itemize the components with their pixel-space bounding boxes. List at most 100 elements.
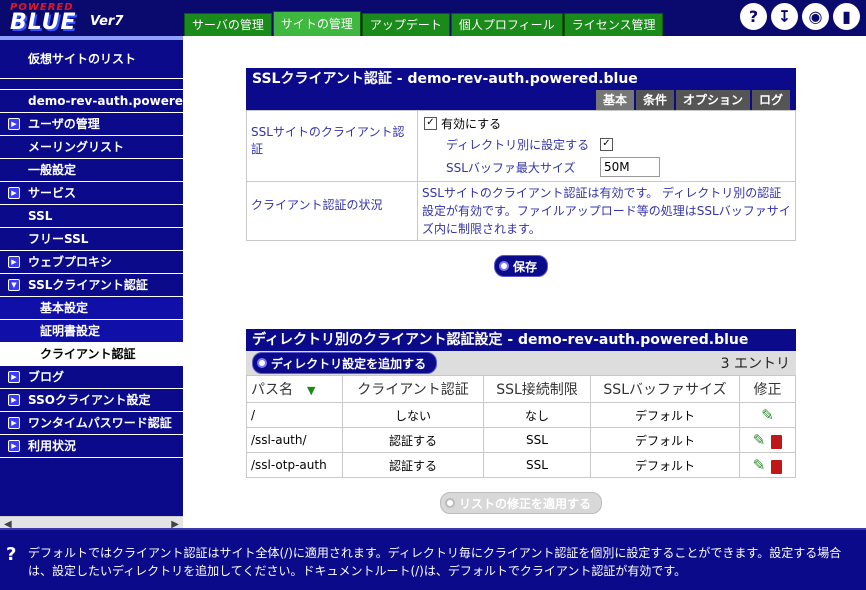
sidebar-item-users[interactable]: ▶ ユーザの管理 bbox=[0, 113, 183, 136]
per-dir-row: ディレクトリ別に設定する ✓ bbox=[424, 134, 789, 155]
panel-toolbar: ディレクトリ設定を追加する 3 エントリ bbox=[246, 351, 796, 375]
column-header: SSL接続制限 bbox=[483, 375, 591, 403]
column-header: 修正 bbox=[739, 375, 796, 403]
per-dir-checkbox[interactable]: ✓ bbox=[600, 138, 613, 151]
ssl-cell: なし bbox=[483, 402, 591, 428]
sidebar-item-cert-settings[interactable]: 証明書設定 bbox=[0, 320, 183, 343]
header-icons: ? ↧ ◉ ▮ bbox=[736, 3, 860, 30]
sidebar-item-label: メーリングリスト bbox=[28, 140, 125, 154]
expand-icon: ▶ bbox=[8, 440, 20, 452]
tab-server-admin[interactable]: サーバの管理 bbox=[184, 13, 272, 36]
sidebar-item-free-ssl[interactable]: フリーSSL bbox=[0, 228, 183, 251]
eye-icon[interactable]: ◉ bbox=[802, 3, 829, 30]
download-icon[interactable]: ↧ bbox=[771, 3, 798, 30]
button-dot-icon bbox=[257, 358, 267, 368]
pencil-icon[interactable]: ✎ bbox=[753, 431, 766, 449]
trash-icon[interactable] bbox=[771, 434, 783, 449]
directory-table: パス名 ▼ クライアント認証 SSL接続制限 SSLバッファサイズ 修正 / しな… bbox=[246, 375, 796, 478]
enable-row: ✓ 有効にする bbox=[424, 113, 789, 134]
buffer-size-input[interactable]: 50M bbox=[600, 157, 660, 177]
tab-license[interactable]: ライセンス管理 bbox=[563, 13, 664, 36]
add-button-label: ディレクトリ設定を追加する bbox=[271, 356, 427, 371]
save-button[interactable]: 保存 bbox=[493, 255, 548, 277]
help-icon[interactable]: ? bbox=[740, 3, 767, 30]
sidebar-item-label: demo-rev-auth.powered bbox=[28, 94, 183, 108]
buffer-cell: デフォルト bbox=[590, 402, 740, 428]
sidebar-item-sso[interactable]: ▶ SSOクライアント設定 bbox=[0, 389, 183, 412]
save-button-label: 保存 bbox=[512, 259, 537, 274]
ssl-cell: SSL bbox=[483, 452, 591, 478]
sidebar-item-ssl-client-auth[interactable]: ▼ SSLクライアント認証 bbox=[0, 274, 183, 297]
sidebar-item-blog[interactable]: ▶ ブログ bbox=[0, 366, 183, 389]
sidebar-item-client-auth[interactable]: クライアント認証 bbox=[0, 343, 183, 366]
sidebar-item-usage[interactable]: ▶ 利用状況 bbox=[0, 435, 183, 458]
expand-icon: ▶ bbox=[8, 394, 20, 406]
panel-tabs: 基本 条件 オプション ログ bbox=[246, 90, 796, 110]
trash-icon[interactable] bbox=[771, 459, 783, 474]
sidebar-item-basic-settings[interactable]: 基本設定 bbox=[0, 297, 183, 320]
buffer-cell: デフォルト bbox=[590, 427, 740, 453]
entry-count: 3 エントリ bbox=[720, 356, 790, 372]
tab-profile[interactable]: 個人プロフィール bbox=[450, 13, 563, 36]
column-header: クライアント認証 bbox=[342, 375, 484, 403]
sidebar-item-label: サービス bbox=[28, 186, 77, 200]
logo-version: Ver7 bbox=[90, 14, 124, 29]
sidebar-item-label: 仮想サイトのリスト bbox=[28, 52, 137, 66]
logo-brand: BLUE bbox=[10, 10, 77, 35]
apply-list-button[interactable]: リストの修正を適用する bbox=[439, 492, 602, 514]
buffer-row: SSLバッファ最大サイズ 50M bbox=[424, 155, 789, 179]
sidebar-item-label: ユーザの管理 bbox=[28, 117, 100, 131]
tab-update[interactable]: アップデート bbox=[361, 13, 450, 36]
auth-cell: 認証する bbox=[342, 427, 484, 453]
sidebar: 仮想サイトのリスト demo-rev-auth.powered ▶ ユーザの管理 … bbox=[0, 36, 183, 534]
row-label: クライアント認証の状況 bbox=[246, 181, 418, 241]
actions-cell: ✎ bbox=[739, 427, 796, 453]
tab-options[interactable]: オプション bbox=[675, 90, 750, 110]
ssl-cell: SSL bbox=[483, 427, 591, 453]
sidebar-item-otp[interactable]: ▶ ワンタイムパスワード認証 bbox=[0, 412, 183, 435]
sidebar-item-site-list[interactable]: 仮想サイトのリスト bbox=[0, 40, 183, 79]
help-text: デフォルトではクライアント認証はサイト全体(/)に適用されます。ディレクトリ毎に… bbox=[28, 546, 842, 578]
actions-cell: ✎ bbox=[739, 402, 796, 428]
sidebar-item-general[interactable]: 一般設定 bbox=[0, 159, 183, 182]
sidebar-item-label: 基本設定 bbox=[40, 301, 89, 315]
table-row: /ssl-auth/ 認証する SSL デフォルト ✎ bbox=[246, 427, 796, 453]
actions-cell: ✎ bbox=[739, 452, 796, 478]
status-text: SSLサイトのクライアント認証は有効です。 ディレクトリ別の認証設定が有効です。… bbox=[417, 181, 796, 241]
sidebar-item-label: 証明書設定 bbox=[40, 324, 101, 338]
tab-basic[interactable]: 基本 bbox=[595, 90, 634, 110]
expand-icon: ▶ bbox=[8, 417, 20, 429]
sort-down-icon[interactable]: ▼ bbox=[307, 384, 315, 397]
pencil-icon[interactable]: ✎ bbox=[753, 456, 766, 474]
table-row: /ssl-otp-auth 認証する SSL デフォルト ✎ bbox=[246, 452, 796, 478]
sidebar-item-services[interactable]: ▶ サービス bbox=[0, 182, 183, 205]
panel-title: ディレクトリ別のクライアント認証設定 - demo-rev-auth.power… bbox=[246, 329, 796, 351]
sidebar-item-ssl[interactable]: SSL bbox=[0, 205, 183, 228]
sidebar-item-web-proxy[interactable]: ▶ ウェブプロキシ bbox=[0, 251, 183, 274]
tab-condition[interactable]: 条件 bbox=[635, 90, 674, 110]
sidebar-item-mailing-list[interactable]: メーリングリスト bbox=[0, 136, 183, 159]
enable-label: 有効にする bbox=[441, 117, 502, 131]
button-dot-icon bbox=[498, 261, 509, 271]
panel-title: SSLクライアント認証 - demo-rev-auth.powered.blue bbox=[246, 68, 796, 90]
expand-icon: ▶ bbox=[8, 371, 20, 383]
help-footer: ? デフォルトではクライアント認証はサイト全体(/)に適用されます。ディレクトリ… bbox=[0, 528, 866, 590]
main-content: SSLクライアント認証 - demo-rev-auth.powered.blue… bbox=[183, 36, 866, 528]
path-cell: /ssl-otp-auth bbox=[246, 452, 343, 478]
per-dir-label: ディレクトリ別に設定する bbox=[446, 138, 590, 152]
button-dot-icon bbox=[444, 498, 455, 508]
sidebar-item-label: クライアント認証 bbox=[40, 347, 136, 361]
pencil-icon[interactable]: ✎ bbox=[761, 406, 774, 424]
directory-auth-panel: ディレクトリ別のクライアント認証設定 - demo-rev-auth.power… bbox=[246, 329, 796, 514]
sidebar-item-site-name[interactable]: demo-rev-auth.powered bbox=[0, 90, 183, 113]
blue-logo: POWERED BLUE Ver7 bbox=[6, 2, 166, 35]
tab-site-admin[interactable]: サイトの管理 bbox=[272, 11, 361, 36]
enable-checkbox[interactable]: ✓ bbox=[424, 117, 437, 130]
sidebar-item-label: SSLクライアント認証 bbox=[28, 278, 148, 292]
column-header[interactable]: パス名 ▼ bbox=[246, 375, 343, 403]
add-directory-button[interactable]: ディレクトリ設定を追加する bbox=[252, 352, 438, 374]
tab-log[interactable]: ログ bbox=[751, 90, 790, 110]
logout-icon[interactable]: ▮ bbox=[833, 3, 860, 30]
sidebar-item-label: SSOクライアント設定 bbox=[28, 393, 151, 407]
auth-cell: 認証する bbox=[342, 452, 484, 478]
